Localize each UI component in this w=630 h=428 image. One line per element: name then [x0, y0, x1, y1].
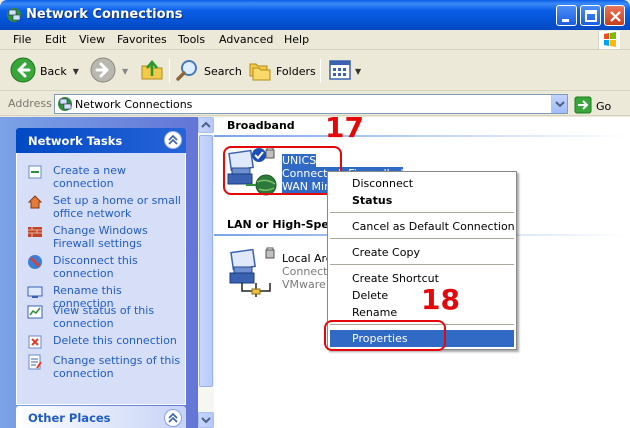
- views-icon: [328, 58, 352, 85]
- address-value: Network Connections: [75, 98, 193, 111]
- back-button[interactable]: Back ▼: [10, 57, 79, 85]
- back-dropdown-icon[interactable]: ▼: [73, 67, 79, 76]
- task-label: Delete this connection: [53, 334, 177, 347]
- step-18-highlight-ring: [324, 320, 446, 351]
- task-label: Set up a home or small office network: [53, 194, 181, 220]
- window-title: Network Connections: [26, 7, 183, 22]
- new-connection-icon: [27, 164, 43, 180]
- menu-file[interactable]: File: [13, 33, 31, 46]
- toolbar-separator: [320, 59, 321, 83]
- toolbar-separator: [169, 59, 170, 83]
- collapse-chevron-icon[interactable]: [164, 409, 182, 427]
- go-button[interactable]: Go: [574, 96, 611, 117]
- change-settings-icon: [27, 354, 43, 370]
- windows-logo-icon: [598, 31, 620, 49]
- step-17-highlight-ring: [223, 146, 342, 195]
- menu-view[interactable]: View: [79, 33, 105, 46]
- menu-item-cancel-default[interactable]: Cancel as Default Connection: [330, 218, 515, 235]
- scroll-up-button[interactable]: [198, 117, 214, 133]
- up-folder-icon: [140, 58, 164, 85]
- disconnect-icon: [27, 254, 43, 270]
- menu-item-create-copy[interactable]: Create Copy: [330, 244, 514, 261]
- menu-tools[interactable]: Tools: [178, 33, 205, 46]
- collapse-chevron-icon[interactable]: [164, 131, 182, 149]
- menu-separator: [330, 238, 514, 239]
- forward-button[interactable]: ▼: [90, 57, 128, 85]
- address-bar: Address Network Connections Go: [0, 92, 630, 116]
- network-tasks-header[interactable]: Network Tasks: [16, 128, 186, 153]
- back-arrow-icon: [10, 57, 36, 86]
- menu-separator: [330, 264, 514, 265]
- delete-icon: [27, 334, 43, 350]
- task-label: Disconnect this connection: [53, 254, 138, 280]
- menu-favorites[interactable]: Favorites: [117, 33, 167, 46]
- task-label: Change settings of this connection: [53, 354, 181, 380]
- menu-advanced[interactable]: Advanced: [219, 33, 273, 46]
- go-arrow-icon: [574, 96, 592, 117]
- network-tasks-list: Create a new connection Set up a home or…: [16, 153, 186, 405]
- task-label: Create a new connection: [53, 164, 127, 190]
- close-button[interactable]: [604, 5, 625, 26]
- menu-help[interactable]: Help: [284, 33, 309, 46]
- minimize-button[interactable]: [556, 5, 577, 26]
- rename-icon: [27, 284, 43, 300]
- scroll-down-button[interactable]: [198, 412, 214, 428]
- network-tasks-title: Network Tasks: [28, 134, 123, 148]
- search-label: Search: [204, 64, 242, 78]
- menu-edit[interactable]: Edit: [45, 33, 66, 46]
- address-input[interactable]: Network Connections: [54, 94, 568, 114]
- maximize-button[interactable]: [580, 5, 601, 26]
- search-button[interactable]: Search: [176, 57, 242, 85]
- step-number-18: 18: [421, 283, 460, 316]
- folders-label: Folders: [276, 64, 316, 78]
- menu-item-disconnect[interactable]: Disconnect: [330, 175, 514, 192]
- task-pane-scrollbar[interactable]: [198, 117, 214, 428]
- back-label: Back: [40, 64, 67, 78]
- up-folder-button[interactable]: [140, 57, 164, 85]
- broadband-header: Broadband: [227, 119, 295, 132]
- address-dropdown-button[interactable]: [551, 95, 567, 113]
- other-places-header[interactable]: Other Places: [16, 406, 186, 428]
- firewall-icon: [27, 224, 43, 240]
- home-network-icon: [27, 194, 43, 210]
- menu-item-status[interactable]: Status: [330, 192, 514, 209]
- menu-bar: File Edit View Favorites Tools Advanced …: [0, 30, 630, 50]
- views-button[interactable]: ▼: [328, 57, 361, 85]
- network-tasks-panel: Network Tasks Create a new connection Se…: [16, 128, 186, 405]
- forward-dropdown-icon[interactable]: ▼: [122, 67, 128, 76]
- folders-icon: [248, 58, 272, 85]
- views-dropdown-icon[interactable]: ▼: [355, 67, 361, 76]
- task-pane: Network Tasks Create a new connection Se…: [0, 117, 198, 428]
- other-places-title: Other Places: [28, 411, 111, 425]
- view-status-icon: [27, 304, 43, 320]
- task-label: View status of this connection: [53, 304, 155, 330]
- scroll-thumb[interactable]: [199, 135, 213, 387]
- toolbar: Back ▼ ▼ Search Folders ▼: [0, 51, 630, 91]
- lan-connection-icon[interactable]: [228, 247, 284, 302]
- broadband-divider: [214, 135, 629, 137]
- network-connections-icon: [6, 7, 22, 23]
- step-number-17: 17: [325, 111, 364, 144]
- task-label: Change Windows Firewall settings: [53, 224, 148, 250]
- menu-separator: [330, 212, 514, 213]
- go-label: Go: [596, 100, 612, 113]
- network-connections-icon: [57, 96, 73, 115]
- title-bar[interactable]: Network Connections: [0, 0, 630, 30]
- address-label: Address: [8, 97, 52, 110]
- folders-button[interactable]: Folders: [248, 57, 316, 85]
- forward-arrow-icon: [90, 57, 116, 86]
- search-icon: [176, 58, 200, 85]
